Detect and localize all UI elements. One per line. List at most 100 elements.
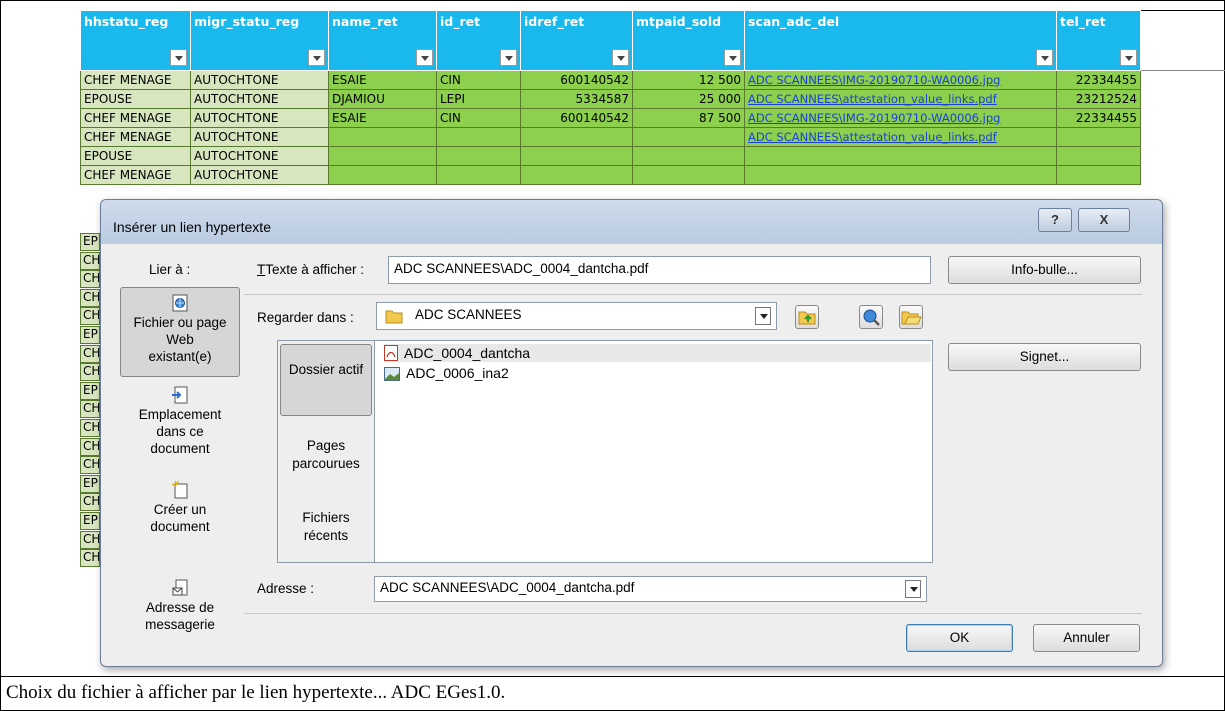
hyperlink[interactable]: ADC SCANNEES\attestation_value_links.pdf bbox=[748, 92, 997, 106]
table-cell[interactable]: 23212524 bbox=[1056, 89, 1141, 109]
table-cell[interactable] bbox=[744, 165, 1057, 185]
table-cell[interactable] bbox=[1056, 146, 1141, 166]
table-cell[interactable] bbox=[328, 146, 437, 166]
hyperlink[interactable]: ADC SCANNEES\attestation_value_links.pdf bbox=[748, 130, 997, 144]
table-cell[interactable]: ADC SCANNEES\attestation_value_links.pdf bbox=[744, 127, 1057, 147]
column-header[interactable]: idref_ret bbox=[520, 10, 633, 71]
table-cell[interactable] bbox=[1056, 127, 1141, 147]
hyperlink[interactable]: ADC SCANNEES\IMG-20190710-WA0006.jpg bbox=[748, 73, 1000, 87]
table-cell[interactable]: 5334587 bbox=[520, 89, 633, 109]
column-header[interactable]: id_ret bbox=[436, 10, 521, 71]
nav-create-document[interactable]: Créer un document bbox=[120, 481, 240, 535]
table-cell[interactable] bbox=[520, 127, 633, 147]
table-cell[interactable]: CHEF MENAGE bbox=[80, 108, 191, 128]
table-cell[interactable]: EP bbox=[80, 233, 100, 251]
text-to-display-input[interactable]: ADC SCANNEES\ADC_0004_dantcha.pdf bbox=[388, 256, 931, 284]
table-cell[interactable]: 600140542 bbox=[520, 108, 633, 128]
table-cell[interactable] bbox=[328, 165, 437, 185]
table-cell[interactable]: EPOUSE bbox=[80, 89, 191, 109]
filter-dropdown-icon[interactable] bbox=[170, 49, 187, 66]
table-cell[interactable]: AUTOCHTONE bbox=[190, 89, 329, 109]
browse-web-icon[interactable] bbox=[859, 305, 883, 329]
table-cell[interactable] bbox=[632, 165, 745, 185]
table-cell[interactable]: 22334455 bbox=[1056, 70, 1141, 90]
chevron-down-icon[interactable] bbox=[755, 307, 771, 325]
table-cell[interactable]: 22334455 bbox=[1056, 108, 1141, 128]
table-cell[interactable]: CHEF MENAGE bbox=[80, 165, 191, 185]
table-cell[interactable]: CH bbox=[80, 288, 100, 307]
bookmark-button[interactable]: Signet... bbox=[948, 343, 1141, 371]
table-cell[interactable] bbox=[632, 146, 745, 166]
nav-email-address[interactable]: Adresse de messagerie bbox=[120, 579, 240, 633]
table-cell[interactable] bbox=[744, 146, 1057, 166]
column-header[interactable]: migr_statu_reg bbox=[190, 10, 329, 71]
table-cell[interactable] bbox=[328, 127, 437, 147]
table-cell[interactable]: CHEF MENAGE bbox=[80, 70, 191, 90]
table-cell[interactable]: AUTOCHTONE bbox=[190, 165, 329, 185]
table-cell[interactable]: 12 500 bbox=[632, 70, 745, 90]
table-cell[interactable]: CIN bbox=[436, 108, 521, 128]
hyperlink[interactable]: ADC SCANNEES\IMG-20190710-WA0006.jpg bbox=[748, 111, 1000, 125]
file-item[interactable]: ADC_0004_dantcha bbox=[384, 344, 931, 362]
place-current-folder[interactable]: Dossier actif bbox=[280, 344, 372, 416]
browse-file-icon[interactable] bbox=[899, 305, 923, 329]
table-cell[interactable]: CH bbox=[80, 344, 100, 363]
table-cell[interactable]: AUTOCHTONE bbox=[190, 70, 329, 90]
table-cell[interactable]: 87 500 bbox=[632, 108, 745, 128]
table-cell[interactable]: AUTOCHTONE bbox=[190, 108, 329, 128]
filter-dropdown-icon[interactable] bbox=[416, 49, 433, 66]
table-cell[interactable] bbox=[520, 165, 633, 185]
place-recent-files[interactable]: Fichiers récents bbox=[280, 509, 372, 553]
table-cell[interactable] bbox=[436, 127, 521, 147]
filter-dropdown-icon[interactable] bbox=[308, 49, 325, 66]
filter-dropdown-icon[interactable] bbox=[724, 49, 741, 66]
table-cell[interactable]: CH bbox=[80, 270, 100, 289]
filter-dropdown-icon[interactable] bbox=[612, 49, 629, 66]
up-folder-icon[interactable] bbox=[795, 305, 819, 329]
table-cell[interactable]: CH bbox=[80, 549, 100, 568]
table-cell[interactable] bbox=[436, 146, 521, 166]
table-cell[interactable]: ADC SCANNEES\IMG-20190710-WA0006.jpg bbox=[744, 108, 1057, 128]
table-cell[interactable]: 600140542 bbox=[520, 70, 633, 90]
help-button[interactable]: ? bbox=[1038, 208, 1072, 232]
table-cell[interactable]: ADC SCANNEES\IMG-20190710-WA0006.jpg bbox=[744, 70, 1057, 90]
table-cell[interactable]: ESAIE bbox=[328, 70, 437, 90]
table-cell[interactable]: CH bbox=[80, 307, 100, 326]
place-browsed-pages[interactable]: Pages parcourues bbox=[280, 437, 372, 481]
table-cell[interactable]: EPOUSE bbox=[80, 146, 191, 166]
table-cell[interactable]: CH bbox=[80, 419, 100, 437]
column-header[interactable]: mtpaid_sold bbox=[632, 10, 745, 71]
table-cell[interactable]: CH bbox=[80, 493, 100, 512]
table-cell[interactable]: CH bbox=[80, 437, 100, 456]
table-cell[interactable]: AUTOCHTONE bbox=[190, 127, 329, 147]
column-header[interactable]: scan_adc_del bbox=[744, 10, 1057, 71]
nav-document-location[interactable]: Emplacement dans ce document bbox=[120, 386, 240, 457]
filter-dropdown-icon[interactable] bbox=[1036, 49, 1053, 66]
column-header[interactable]: name_ret bbox=[328, 10, 437, 71]
table-cell[interactable] bbox=[632, 127, 745, 147]
address-input[interactable]: ADC SCANNEES\ADC_0004_dantcha.pdf bbox=[374, 576, 927, 602]
ok-button[interactable]: OK bbox=[906, 624, 1013, 652]
table-cell[interactable]: CH bbox=[80, 456, 100, 475]
table-cell[interactable]: AUTOCHTONE bbox=[190, 146, 329, 166]
table-cell[interactable]: ESAIE bbox=[328, 108, 437, 128]
nav-existing-file[interactable]: Fichier ou page Web existant(e) bbox=[120, 287, 240, 377]
cancel-button[interactable]: Annuler bbox=[1033, 624, 1140, 652]
screentip-button[interactable]: Info-bulle... bbox=[948, 256, 1141, 284]
column-header[interactable]: hhstatu_reg bbox=[80, 10, 191, 71]
table-cell[interactable] bbox=[520, 146, 633, 166]
column-header[interactable]: tel_ret bbox=[1056, 10, 1141, 71]
table-cell[interactable]: CIN bbox=[436, 70, 521, 90]
table-cell[interactable]: CH bbox=[80, 400, 100, 419]
table-cell[interactable]: EP bbox=[80, 474, 100, 493]
look-in-select[interactable]: ADC SCANNEES bbox=[376, 302, 777, 330]
table-cell[interactable] bbox=[436, 165, 521, 185]
table-cell[interactable] bbox=[1056, 165, 1141, 185]
filter-dropdown-icon[interactable] bbox=[500, 49, 517, 66]
table-cell[interactable]: CHEF MENAGE bbox=[80, 127, 191, 147]
table-cell[interactable]: ADC SCANNEES\attestation_value_links.pdf bbox=[744, 89, 1057, 109]
table-cell[interactable]: LEPI bbox=[436, 89, 521, 109]
table-cell[interactable]: CH bbox=[80, 530, 100, 549]
table-cell[interactable]: CH bbox=[80, 251, 100, 270]
filter-dropdown-icon[interactable] bbox=[1120, 49, 1137, 66]
